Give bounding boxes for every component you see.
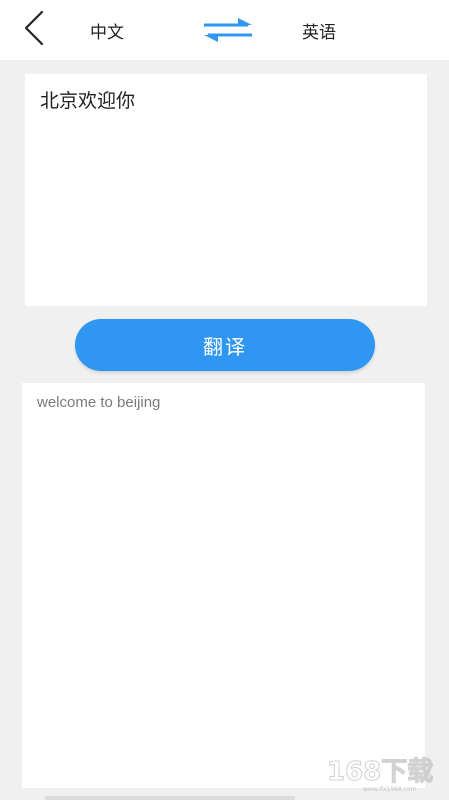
chevron-left-icon — [24, 10, 44, 46]
svg-text:www.ifx1968.com: www.ifx1968.com — [363, 786, 417, 793]
translation-result-area: welcome to beijing — [22, 383, 425, 788]
source-text: 北京欢迎你 — [40, 90, 136, 112]
watermark-logo: 168下载 www.ifx1968.com — [323, 752, 443, 794]
translate-button[interactable]: 翻译 — [75, 319, 375, 371]
bottom-divider — [45, 796, 295, 800]
translation-text: welcome to beijing — [37, 394, 161, 411]
source-language-selector[interactable]: 中文 — [90, 18, 124, 43]
source-text-area[interactable]: 北京欢迎你 — [25, 74, 427, 306]
back-button[interactable] — [18, 8, 54, 48]
translator-screen: 中文 英语 北京欢迎你 翻译 welcome to beijing 168下载 … — [0, 0, 449, 800]
target-language-selector[interactable]: 英语 — [302, 18, 336, 43]
swap-languages-button[interactable] — [200, 15, 256, 45]
top-bar: 中文 英语 — [0, 0, 449, 60]
swap-arrows-icon — [204, 18, 252, 42]
svg-text:168下载: 168下载 — [327, 757, 433, 787]
